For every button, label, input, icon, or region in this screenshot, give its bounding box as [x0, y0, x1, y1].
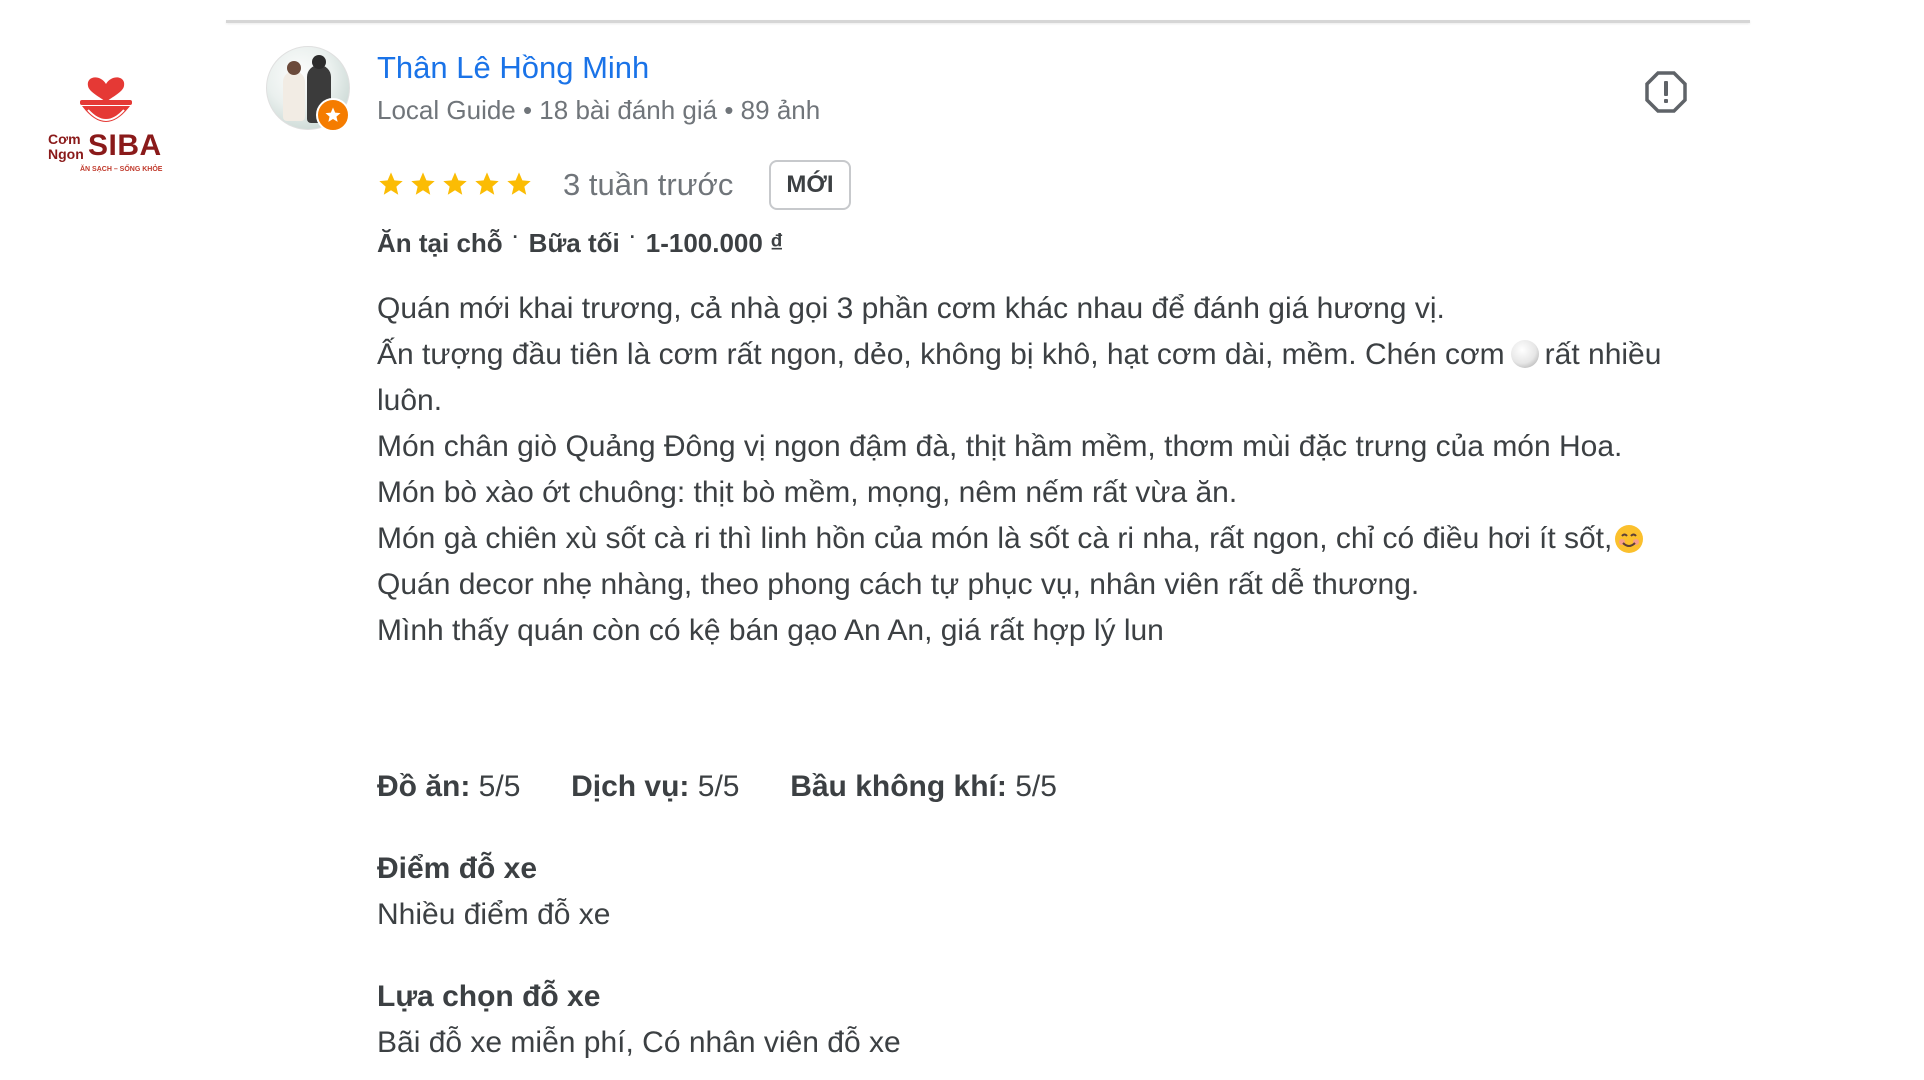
bowl-heart-icon — [80, 77, 132, 122]
parking-options-value: Bãi đỗ xe miễn phí, Có nhân viên đỗ xe — [377, 1026, 901, 1059]
logo-tagline: ĂN SẠCH – SỐNG KHỎE — [80, 166, 163, 173]
rice-bowl-emoji-icon — [1510, 340, 1539, 368]
rating-breakdown: Đồ ăn: 5/5 Dịch vụ: 5/5 Bầu không khí: 5… — [377, 770, 1057, 804]
rating-service-value: 5/5 — [697, 770, 740, 803]
rating-atmosphere-value: 5/5 — [1015, 770, 1057, 803]
review-line: Mình thấy quán còn có kệ bán gạo An An, … — [377, 614, 1164, 647]
parking-title: Điểm đỗ xe — [377, 852, 538, 885]
review-line: Món chân giò Quảng Đông vị ngon đậm đà, … — [377, 430, 1623, 463]
logo-main: SIBA — [88, 129, 162, 162]
top-divider — [226, 20, 1750, 23]
logo-line1: Cơm — [48, 131, 81, 147]
logo-line2: Ngon — [48, 146, 84, 162]
review-text: Quán mới khai trương, cả nhà gọi 3 phần … — [377, 286, 1697, 654]
reviewer-meta: Local Guide • 18 bài đánh giá • 89 ảnh — [377, 95, 821, 125]
review-line: Ấn tượng đầu tiên là cơm rất ngon, dẻo, … — [377, 338, 1662, 417]
star-icon — [507, 172, 531, 195]
star-icon — [379, 172, 403, 195]
review-line: Quán decor nhẹ nhàng, theo phong cách tự… — [377, 568, 1420, 601]
rating-food-value: 5/5 — [478, 770, 521, 803]
local-guide-star-icon — [316, 98, 350, 132]
review-time: 3 tuần trước — [563, 167, 734, 202]
reviewer-name[interactable]: Thân Lê Hồng Minh — [377, 50, 649, 86]
star-icon — [411, 172, 435, 195]
star-rating — [377, 170, 533, 198]
brand-logo: Cơm Ngon SIBA ĂN SẠCH – SỐNG KHỎE — [44, 70, 184, 176]
parking-value: Nhiều điểm đỗ xe — [377, 898, 611, 931]
smile-emoji-icon — [1615, 525, 1644, 553]
attribute-service: Ăn tại chỗ — [377, 228, 503, 258]
review-line: Món bò xào ớt chuông: thịt bò mềm, mọng,… — [377, 476, 1238, 509]
new-badge: MỚI — [769, 160, 851, 210]
rating-atmosphere-label: Bầu không khí: — [790, 770, 1007, 803]
rating-service-label: Dịch vụ: — [571, 770, 690, 803]
review-attributes: Ăn tại chỗ · Bữa tối · 1-100.000 ₫ — [377, 227, 784, 258]
attribute-meal: Bữa tối — [528, 228, 620, 258]
report-flag-icon[interactable] — [1644, 70, 1688, 114]
star-icon — [443, 172, 467, 195]
parking-options-title: Lựa chọn đỗ xe — [377, 980, 601, 1013]
review-line: Quán mới khai trương, cả nhà gọi 3 phần … — [377, 292, 1445, 325]
review-line: Món gà chiên xù sốt cà ri thì linh hồn c… — [377, 516, 1697, 562]
attribute-price: 1-100.000 ₫ — [645, 228, 784, 258]
rating-food-label: Đồ ăn: — [377, 770, 471, 803]
star-icon — [475, 172, 499, 195]
